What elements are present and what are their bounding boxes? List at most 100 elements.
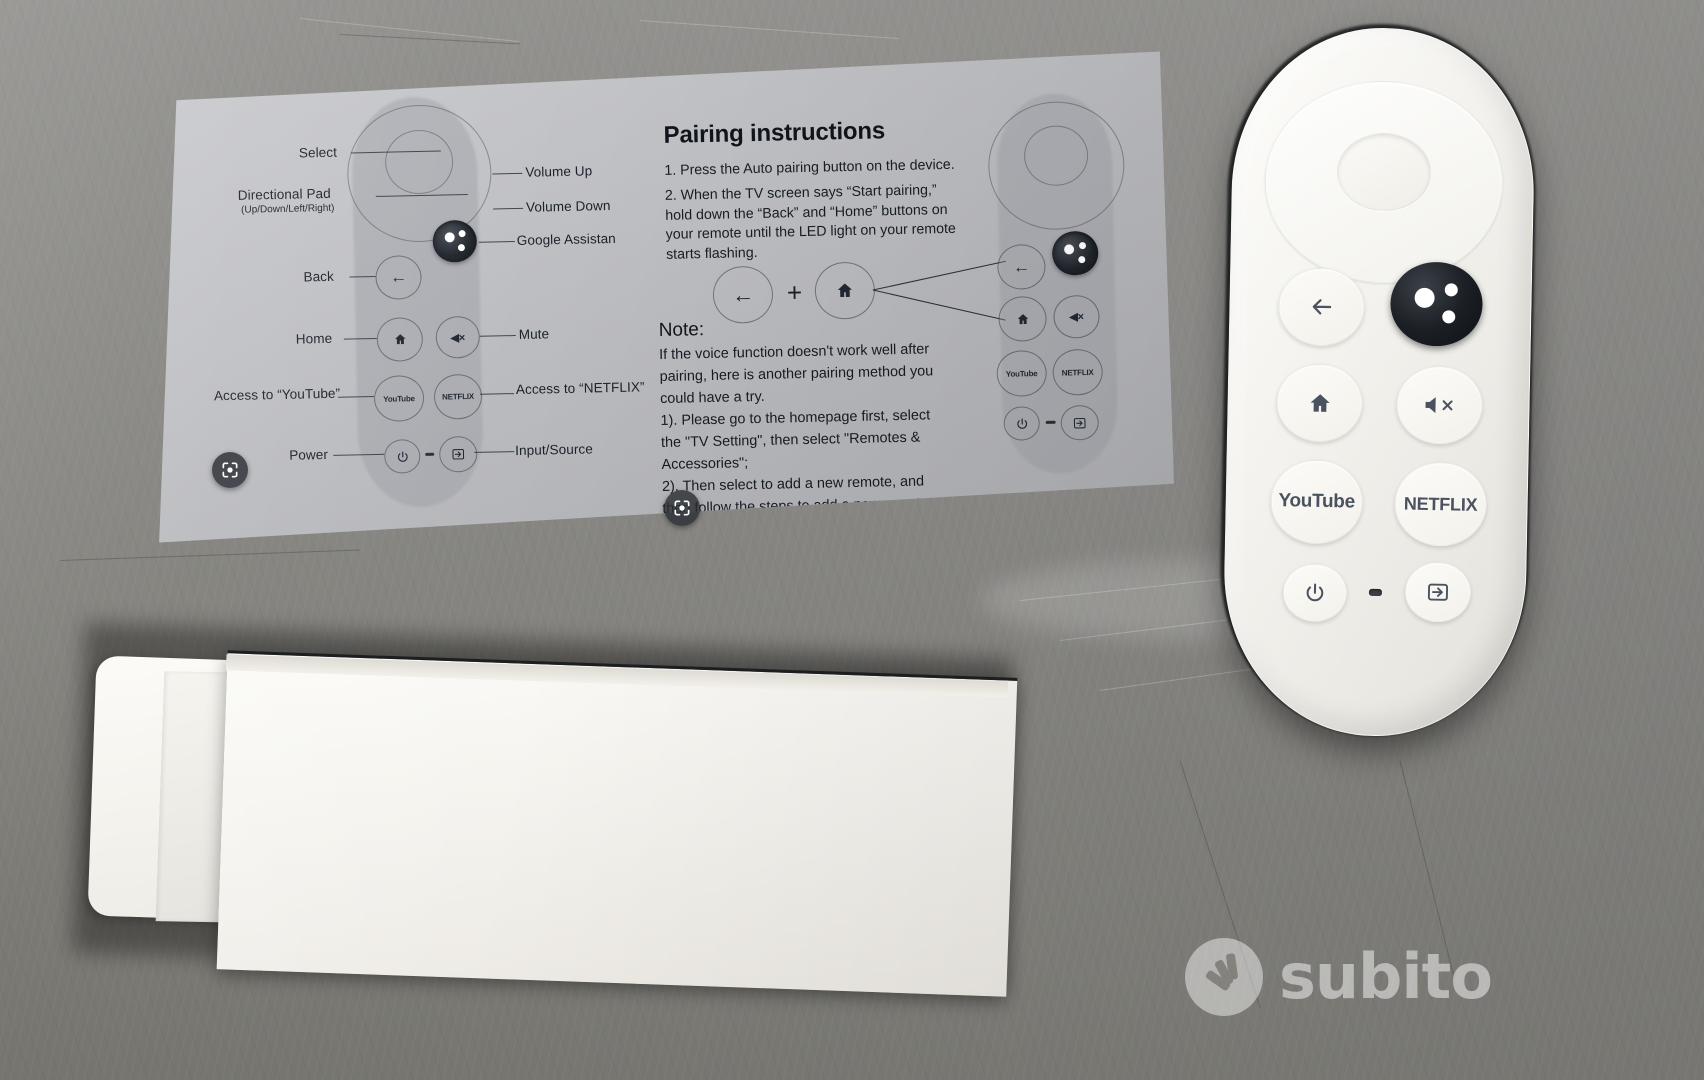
subito-burst-icon: [1185, 938, 1263, 1016]
netflix-label: NETFLIX: [441, 391, 475, 402]
label-input-source: Input/Source: [515, 441, 594, 459]
google-lens-chip[interactable]: [664, 490, 700, 526]
lens-icon: [674, 500, 690, 516]
pairing-combo-operator: +: [786, 277, 803, 308]
note-line: If the voice function doesn't work well …: [659, 341, 930, 364]
label-access-youtube: Access to “YouTube”: [213, 385, 341, 404]
power-icon: [1015, 417, 1028, 430]
label-volume-down: Volume Down: [525, 198, 611, 215]
instruction-leaflet: ← YouTube ◀× NETFLIX Select Directional …: [145, 51, 1175, 542]
lens-icon: [222, 462, 238, 478]
mute-icon: [1425, 397, 1453, 414]
subito-watermark: subito: [1185, 938, 1493, 1016]
input-source-icon: [1073, 416, 1087, 430]
pairing-step-1-number: 1.: [664, 162, 677, 179]
pairing-step-1: 1. Press the Auto pairing button on the …: [664, 155, 974, 181]
retail-box: [216, 650, 1018, 997]
home-icon: [835, 281, 855, 300]
back-glyph: ←: [1012, 256, 1031, 277]
input-source-icon: [451, 447, 465, 461]
dpad-inner-ring-right: [1024, 125, 1089, 186]
leaflet-input-button: [439, 436, 478, 473]
pairing-combo-back-button: ←: [712, 266, 773, 324]
assistant-dot: [1444, 283, 1458, 297]
note-line: 2). Then select to add a new remote, and: [661, 473, 925, 495]
assistant-dot: [1442, 310, 1456, 324]
back-glyph: ←: [389, 267, 408, 287]
leaflet-mute-button: ◀×: [435, 316, 480, 359]
remote-input-source-button[interactable]: [1404, 561, 1472, 623]
leaflet-remote-silhouette: [351, 96, 485, 509]
pairing-step-2-text: When the TV screen says “Start pairing,”…: [665, 182, 957, 263]
assistant-dot: [458, 244, 465, 251]
netflix-label: NETFLIX: [1061, 367, 1094, 378]
leaflet-r-led-indicator: [1046, 421, 1056, 424]
leaflet-remote-silhouette-right: [996, 93, 1119, 475]
label-home: Home: [295, 330, 333, 347]
remote-youtube-button[interactable]: YouTube: [1269, 458, 1364, 545]
home-icon: [1015, 312, 1030, 326]
label-access-netflix: Access to “NETFLIX”: [515, 379, 645, 398]
assistant-dot: [445, 232, 455, 242]
assistant-dot: [459, 230, 466, 237]
dpad-outer-ring: [346, 104, 493, 244]
note-title: Note:: [658, 319, 705, 342]
remote-led-indicator: [1368, 588, 1383, 597]
youtube-label: YouTube: [1005, 368, 1038, 379]
home-icon: [392, 332, 407, 346]
leaflet-power-button: [384, 439, 421, 474]
remote-power-button[interactable]: [1282, 563, 1348, 623]
note-line: 1). Please go to the homepage first, sel…: [660, 407, 931, 430]
label-volume-up: Volume Up: [525, 163, 593, 180]
note-line: Accessories";: [661, 455, 749, 474]
power-icon: [1306, 583, 1324, 602]
label-back: Back: [303, 268, 335, 285]
home-icon: [1310, 393, 1330, 412]
mute-glyph: ◀×: [450, 331, 466, 344]
remote-mute-button[interactable]: [1395, 365, 1484, 445]
power-icon: [396, 450, 409, 463]
remote-netflix-button[interactable]: NETFLIX: [1393, 461, 1488, 548]
leaflet-youtube-button: YouTube: [374, 375, 425, 422]
google-lens-chip[interactable]: [212, 452, 248, 488]
label-directional-pad-sub: (Up/Down/Left/Right): [240, 202, 335, 216]
leaflet-r-power-button: [1003, 406, 1040, 441]
note-body: If the voice function doesn't work well …: [659, 338, 963, 520]
label-power: Power: [289, 446, 329, 463]
leaflet-assistant-button: [432, 220, 477, 263]
pairing-step-1-text: Press the Auto pairing button on the dev…: [679, 156, 955, 179]
label-select: Select: [298, 144, 338, 161]
label-google-assistant: Google Assistan: [516, 230, 616, 248]
dpad-inner-ring: [384, 129, 453, 194]
leaflet-r-youtube-button: YouTube: [996, 350, 1047, 397]
pairing-step-2: 2. When the TV screen says “Start pairin…: [665, 181, 967, 265]
leaflet-netflix-button: NETFLIX: [434, 374, 483, 420]
pairing-pointer-line: [873, 290, 1006, 321]
leaflet-back-button: ←: [375, 255, 422, 300]
youtube-label: YouTube: [383, 393, 415, 404]
pairing-pointer-line: [873, 261, 1006, 291]
remote-back-button[interactable]: [1277, 267, 1366, 347]
chromecast-remote: YouTube NETFLIX: [1221, 25, 1537, 739]
leaflet-r-assistant-button: [1052, 231, 1099, 276]
note-line: the "TV Setting", then select "Remotes &: [660, 429, 921, 452]
leaflet-r-home-button: [998, 296, 1047, 342]
pairing-step-2-number: 2.: [664, 187, 677, 204]
pairing-title: Pairing instructions: [663, 117, 886, 149]
combo-back-glyph: ←: [731, 281, 755, 307]
leaflet-led-indicator: [425, 453, 434, 456]
pairing-combo-home-button: [814, 262, 875, 320]
label-mute: Mute: [518, 326, 550, 342]
note-line: pairing, here is another pairing method …: [659, 363, 934, 386]
remote-assistant-button[interactable]: [1389, 261, 1484, 347]
assistant-dot: [1414, 287, 1435, 309]
youtube-label: YouTube: [1278, 490, 1356, 513]
input-source-icon: [1427, 583, 1449, 601]
leaflet-r-netflix-button: NETFLIX: [1052, 349, 1103, 396]
remote-home-button[interactable]: [1275, 363, 1364, 443]
netflix-label: NETFLIX: [1403, 493, 1478, 515]
note-line: could have a try.: [659, 388, 765, 408]
leaflet-r-mute-button: ◀×: [1053, 295, 1100, 339]
leaflet-r-input-button: [1060, 405, 1099, 441]
photo-scene: ← YouTube ◀× NETFLIX Select Directional …: [0, 0, 1704, 1080]
